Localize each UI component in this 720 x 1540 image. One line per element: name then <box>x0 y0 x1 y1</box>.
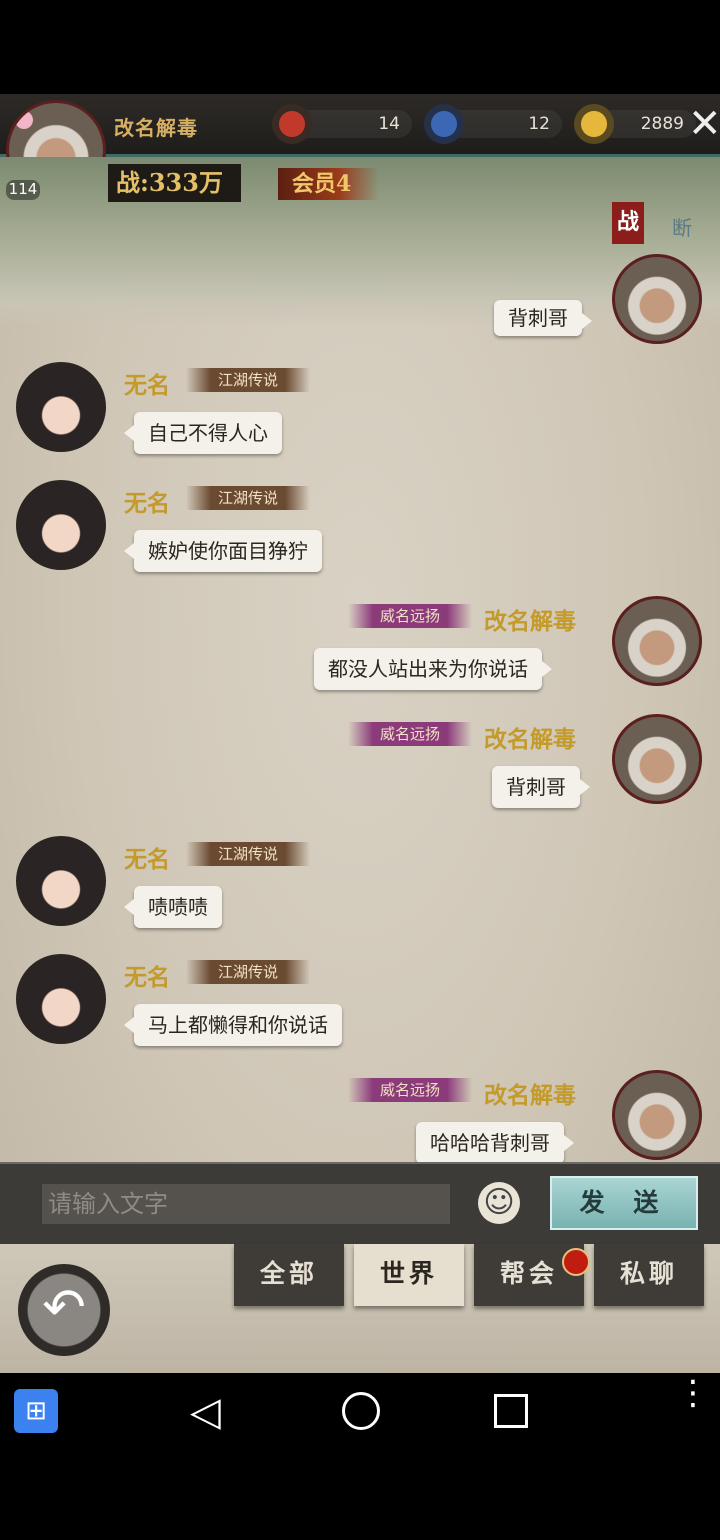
title-badge: 江湖传说 <box>186 368 310 392</box>
avatar[interactable] <box>612 1070 702 1160</box>
chat-bubble[interactable]: 哈哈哈背刺哥 <box>416 1122 574 1164</box>
resource-gold[interactable]: 2889 <box>574 104 696 144</box>
emoji-icon[interactable]: ☺ <box>478 1182 520 1224</box>
send-button[interactable]: 发 送 <box>550 1176 698 1230</box>
tab-private[interactable]: 私聊 <box>594 1244 704 1306</box>
title-badge: 江湖传说 <box>186 960 310 984</box>
chat-bubble[interactable]: 背刺哥 <box>494 300 592 336</box>
vip-badge[interactable]: 会员4 <box>278 168 380 200</box>
chat-bubble[interactable]: 背刺哥 <box>492 766 590 808</box>
chat-text-input[interactable] <box>42 1184 450 1224</box>
nav-home-icon[interactable] <box>342 1392 380 1430</box>
avatar[interactable] <box>16 836 106 926</box>
avatar[interactable] <box>16 480 106 570</box>
title-badge: 江湖传说 <box>186 842 310 866</box>
resource-red-scroll[interactable]: 14 <box>272 104 412 144</box>
avatar[interactable] <box>612 596 702 686</box>
flower-decoration <box>15 111 33 129</box>
sender-name: 无名 <box>124 846 170 873</box>
power-display: 战:333万 <box>108 164 241 202</box>
nav-back-icon[interactable]: ◁ <box>190 1389 221 1435</box>
sender-name: 改名解毒 <box>484 1082 576 1109</box>
player-name: 改名解毒 <box>114 116 198 140</box>
chat-bubble[interactable]: 啧啧啧 <box>124 886 222 928</box>
player-level: 114 <box>6 180 40 200</box>
game-screen: 改名解毒 14 12 2889 ✕ 114 战:333万 会员4 战 断 背刺哥… <box>0 94 720 1373</box>
more-vertical-icon[interactable]: ⋮ <box>676 1376 710 1410</box>
resource-value: 2889 <box>640 114 684 134</box>
bottom-panel: ↶ 全部 世界 帮会 私聊 <box>0 1244 720 1373</box>
notification-dot <box>562 1248 590 1276</box>
chat-bubble[interactable]: 马上都懒得和你说话 <box>124 1004 342 1046</box>
sender-name: 改名解毒 <box>484 726 576 753</box>
title-badge: 江湖传说 <box>186 486 310 510</box>
sender-name: 无名 <box>124 490 170 517</box>
tab-guild[interactable]: 帮会 <box>474 1244 590 1306</box>
sender-name: 无名 <box>124 964 170 991</box>
gold-ingot-icon <box>574 104 614 144</box>
nav-recent-icon[interactable] <box>494 1394 528 1428</box>
sender-name: 无名 <box>124 372 170 399</box>
top-hud: 改名解毒 14 12 2889 ✕ <box>0 94 720 200</box>
chat-bubble[interactable]: 自己不得人心 <box>124 412 282 454</box>
back-arrow-icon[interactable]: ↶ <box>18 1264 110 1356</box>
tab-all[interactable]: 全部 <box>234 1244 344 1306</box>
system-nav-bar: ⊞ ◁ ⋮ <box>0 1373 720 1447</box>
red-scroll-icon <box>272 104 312 144</box>
avatar[interactable] <box>612 714 702 804</box>
avatar[interactable] <box>16 362 106 452</box>
avatar[interactable] <box>16 954 106 1044</box>
chat-bubble[interactable]: 都没人站出来为你说话 <box>314 648 552 690</box>
tab-guild-label: 帮会 <box>499 1259 558 1288</box>
map-label: 断 <box>672 216 692 240</box>
apps-grid-icon[interactable]: ⊞ <box>14 1389 58 1433</box>
title-badge: 威名远扬 <box>348 604 472 628</box>
resource-blue-scroll[interactable]: 12 <box>424 104 562 144</box>
tab-world[interactable]: 世界 <box>354 1244 464 1306</box>
close-icon[interactable]: ✕ <box>688 94 720 156</box>
chat-bubble[interactable]: 嫉妒使你面目狰狞 <box>124 530 322 572</box>
chat-input-bar: ☺ 发 送 <box>0 1162 720 1246</box>
title-badge: 威名远扬 <box>348 1078 472 1102</box>
resource-value: 12 <box>528 114 550 134</box>
resource-value: 14 <box>378 114 400 134</box>
war-flag[interactable]: 战 <box>612 202 644 244</box>
title-badge: 威名远扬 <box>348 722 472 746</box>
blue-scroll-icon <box>424 104 464 144</box>
sender-name: 改名解毒 <box>484 608 576 635</box>
avatar[interactable] <box>612 254 702 344</box>
